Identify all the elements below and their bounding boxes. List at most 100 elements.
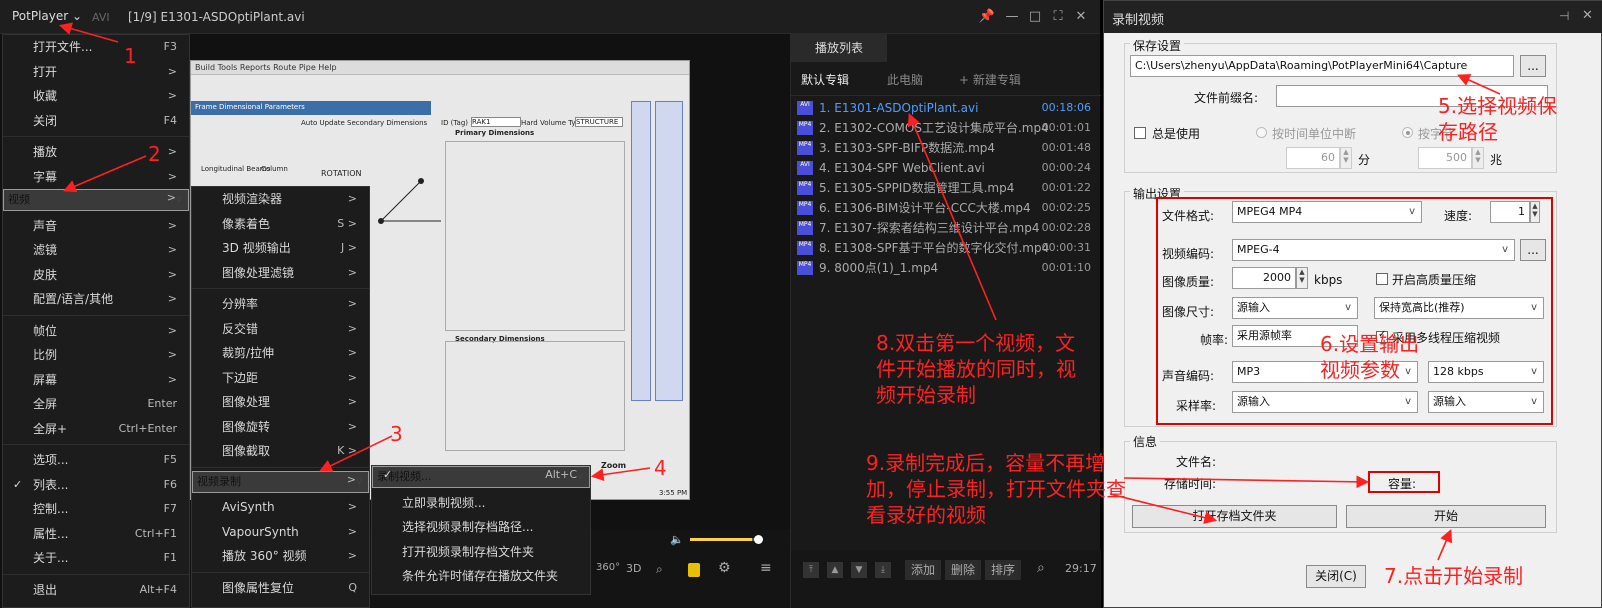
tab-this-pc[interactable]: 此电脑 bbox=[887, 71, 923, 88]
playlist-item[interactable]: MP4 2. E1302-COMOS工艺设计集成平台.mp4 00:01:01 bbox=[797, 118, 1097, 138]
annotation-8: 8.双击第一个视频，文件开始播放的同时，视频开始录制 bbox=[876, 331, 1076, 407]
menu-item-label: 帧位 bbox=[33, 323, 58, 338]
main-menu-item[interactable]: 播放 > bbox=[3, 140, 189, 164]
record-menu-item[interactable]: ✓ 录制视频... Alt+C bbox=[372, 466, 590, 488]
time-input[interactable]: 60 bbox=[1286, 147, 1340, 169]
size-input[interactable]: 500 bbox=[1418, 147, 1472, 169]
video-menu-item[interactable]: AviSynth > bbox=[192, 495, 369, 519]
video-menu-item[interactable]: 图像旋转 > bbox=[192, 415, 369, 439]
record-menu-item[interactable]: 打开视频录制存档文件夹 bbox=[372, 540, 590, 564]
playlist-item[interactable]: MP4 6. E1306-BIM设计平台-CCC大楼.mp4 00:02:25 bbox=[797, 198, 1097, 218]
tab-default-album[interactable]: 默认专辑 bbox=[801, 71, 849, 88]
video-menu-item[interactable]: 图像截取 K > bbox=[192, 439, 369, 463]
360-button[interactable]: 360° bbox=[596, 562, 620, 573]
playlist-item[interactable]: MP4 5. E1305-SPPID数据管理工具.mp4 00:01:22 bbox=[797, 178, 1097, 198]
main-menu-item[interactable]: 关于... F1 bbox=[3, 546, 189, 570]
main-menu-item[interactable]: 打开 > bbox=[3, 60, 189, 84]
record-menu-item[interactable]: 选择视频录制存档路径... bbox=[372, 515, 590, 539]
main-menu-item[interactable]: 屏幕 > bbox=[3, 368, 189, 392]
main-menu-item[interactable]: 退出 Alt+F4 bbox=[3, 578, 189, 602]
maximize-icon[interactable]: □ bbox=[1026, 9, 1044, 25]
move-top-icon[interactable]: ⤒ bbox=[803, 562, 819, 578]
playlist-item[interactable]: AVI 1. E1301-ASDOptiPlant.avi 00:18:06 bbox=[797, 98, 1097, 118]
gear-icon[interactable]: ⚙ bbox=[718, 560, 731, 576]
by-size-radio[interactable] bbox=[1402, 127, 1413, 138]
tab-new-album[interactable]: + 新建专辑 bbox=[959, 71, 1021, 88]
by-time-radio[interactable] bbox=[1256, 127, 1267, 138]
add-button[interactable]: 添加 bbox=[905, 560, 941, 580]
volume-handle[interactable] bbox=[754, 535, 763, 544]
save-path-input[interactable]: C:\Users\zhenyu\AppData\Roaming\PotPlaye… bbox=[1130, 55, 1514, 77]
pin-icon[interactable]: 📌 bbox=[978, 9, 996, 25]
move-bottom-icon[interactable]: ⤓ bbox=[875, 562, 891, 578]
main-menu-item[interactable]: 滤镜 > bbox=[3, 238, 189, 262]
main-menu-item[interactable]: 皮肤 > bbox=[3, 263, 189, 287]
pin-icon[interactable]: ⊣ bbox=[1559, 9, 1569, 23]
close-button[interactable]: 关闭(C) bbox=[1306, 565, 1366, 588]
main-menu-item[interactable]: 字幕 > bbox=[3, 165, 189, 189]
main-menu-item[interactable]: 配置/语言/其他 > bbox=[3, 287, 189, 311]
record-menu-item[interactable]: 条件允许时储存在播放文件夹 bbox=[372, 564, 590, 588]
fullscreen-icon[interactable]: ⛶ bbox=[1049, 9, 1067, 25]
video-menu-item[interactable]: 图像属性复位 Q bbox=[192, 576, 369, 600]
browse-button[interactable]: ... bbox=[1520, 55, 1546, 77]
potplayer-menu-button[interactable]: PotPlayer ⌄ bbox=[12, 9, 82, 23]
video-menu-item[interactable]: 裁剪/拉伸 > bbox=[192, 341, 369, 365]
start-button[interactable]: 开始 bbox=[1346, 505, 1546, 528]
time-stepper[interactable]: ▲ ▼ bbox=[1340, 147, 1352, 169]
video-menu-item[interactable]: 视频渲染器 > bbox=[192, 187, 369, 211]
video-menu-item[interactable]: 3D 视频输出 J > bbox=[192, 236, 369, 260]
delete-button[interactable]: 删除 bbox=[945, 560, 981, 580]
main-menu-item[interactable]: 打开文件... F3 bbox=[3, 35, 189, 59]
file-title: [1/9] E1301-ASDOptiPlant.avi bbox=[128, 10, 305, 24]
search-icon[interactable]: ⌕ bbox=[656, 562, 663, 577]
video-menu-item[interactable]: 图像处理 > bbox=[192, 390, 369, 414]
subtitle-icon[interactable] bbox=[688, 563, 700, 577]
menu-icon[interactable]: ≡ bbox=[760, 560, 772, 576]
volume-track[interactable] bbox=[690, 538, 760, 541]
video-menu-item[interactable]: 视频录制 > bbox=[192, 470, 369, 493]
main-menu-item[interactable]: 声音 > bbox=[3, 214, 189, 238]
size-stepper[interactable]: ▲ ▼ bbox=[1472, 147, 1484, 169]
main-menu-item[interactable]: 属性... Ctrl+F1 bbox=[3, 522, 189, 546]
always-use-checkbox[interactable] bbox=[1134, 127, 1146, 139]
annotation-9: 9.录制完成后，容量不再增加，停止录制，打开文件夹查看录好的视频 bbox=[866, 451, 1126, 527]
main-menu-item[interactable]: 全屏 Enter bbox=[3, 392, 189, 416]
video-menu-item[interactable]: 图像处理滤镜 > bbox=[192, 261, 369, 285]
main-menu-item[interactable]: 控制... F7 bbox=[3, 497, 189, 521]
main-menu-item[interactable]: 帧位 > bbox=[3, 319, 189, 343]
video-menu-item[interactable]: 下边距 > bbox=[192, 366, 369, 390]
menu-item-shortcut: Q bbox=[348, 580, 357, 594]
main-menu-item[interactable]: 全屏+ Ctrl+Enter bbox=[3, 417, 189, 441]
3d-button[interactable]: 3D bbox=[626, 562, 641, 575]
record-menu-item[interactable]: 立即录制视频... bbox=[372, 491, 590, 515]
menu-item-label: 图像处理滤镜 bbox=[222, 265, 295, 280]
main-menu-item[interactable]: 比例 > bbox=[3, 343, 189, 367]
video-menu-item[interactable]: 播放 360° 视频 > bbox=[192, 544, 369, 568]
open-folder-button[interactable]: 打开存档文件夹 bbox=[1132, 505, 1337, 528]
tab-playlist[interactable]: 播放列表 bbox=[791, 34, 887, 62]
video-menu-item[interactable]: 反交错 > bbox=[192, 317, 369, 341]
close-icon[interactable]: ✕ bbox=[1072, 9, 1090, 25]
playlist-item[interactable]: MP4 7. E1307-探索者结构三维设计平台.mp4 00:02:28 bbox=[797, 218, 1097, 238]
playlist-item[interactable]: MP4 3. E1303-SPF-BIFP数据流.mp4 00:01:48 bbox=[797, 138, 1097, 158]
main-menu-item[interactable]: ✓ 列表... F6 bbox=[3, 473, 189, 497]
playlist-item[interactable]: MP4 8. E1308-SPF基于平台的数字化交付.mp4 00:00:31 bbox=[797, 238, 1097, 258]
menu-item-shortcut: F3 bbox=[163, 40, 177, 53]
video-menu-item[interactable]: 分辨率 > bbox=[192, 292, 369, 316]
video-menu-item[interactable]: 像素着色 S > bbox=[192, 212, 369, 236]
move-down-icon[interactable]: ▼ bbox=[851, 562, 867, 578]
main-menu-item[interactable]: 收藏 > bbox=[3, 84, 189, 108]
close-icon[interactable]: ✕ bbox=[1582, 8, 1593, 23]
video-menu-item[interactable]: VapourSynth > bbox=[192, 520, 369, 544]
sort-button[interactable]: 排序 bbox=[985, 560, 1021, 580]
main-menu-item[interactable]: 选项... F5 bbox=[3, 448, 189, 472]
playlist-item[interactable]: AVI 4. E1304-SPF WebClient.avi 00:00:24 bbox=[797, 158, 1097, 178]
move-up-icon[interactable]: ▲ bbox=[827, 562, 843, 578]
main-menu-item[interactable]: 视频 > bbox=[3, 189, 189, 211]
speaker-icon[interactable]: 🔈 bbox=[670, 533, 684, 546]
main-menu-item[interactable]: 关闭 F4 bbox=[3, 109, 189, 133]
playlist-search-icon[interactable]: ⌕ bbox=[1037, 560, 1045, 576]
playlist-item[interactable]: MP4 9. 8000点(1)_1.mp4 00:01:10 bbox=[797, 258, 1097, 278]
minimize-icon[interactable]: — bbox=[1003, 9, 1021, 25]
